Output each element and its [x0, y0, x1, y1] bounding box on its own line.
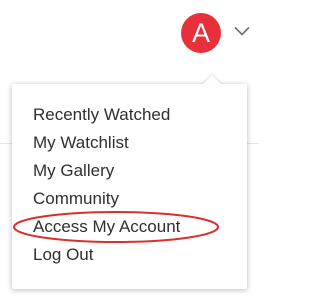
- menu-item-access-my-account[interactable]: Access My Account: [12, 213, 247, 241]
- menu-item-my-gallery[interactable]: My Gallery: [12, 157, 247, 185]
- menu-item-community[interactable]: Community: [12, 185, 247, 213]
- chevron-down-icon[interactable]: [234, 26, 250, 36]
- account-menu-button[interactable]: A: [178, 10, 258, 58]
- menu-item-recently-watched[interactable]: Recently Watched: [12, 101, 247, 129]
- menu-list: Recently Watched My Watchlist My Gallery…: [12, 101, 247, 269]
- avatar[interactable]: A: [181, 13, 221, 53]
- account-dropdown-menu: Recently Watched My Watchlist My Gallery…: [12, 75, 247, 289]
- dropdown-caret: [202, 75, 222, 85]
- menu-item-log-out[interactable]: Log Out: [12, 241, 247, 269]
- menu-item-my-watchlist[interactable]: My Watchlist: [12, 129, 247, 157]
